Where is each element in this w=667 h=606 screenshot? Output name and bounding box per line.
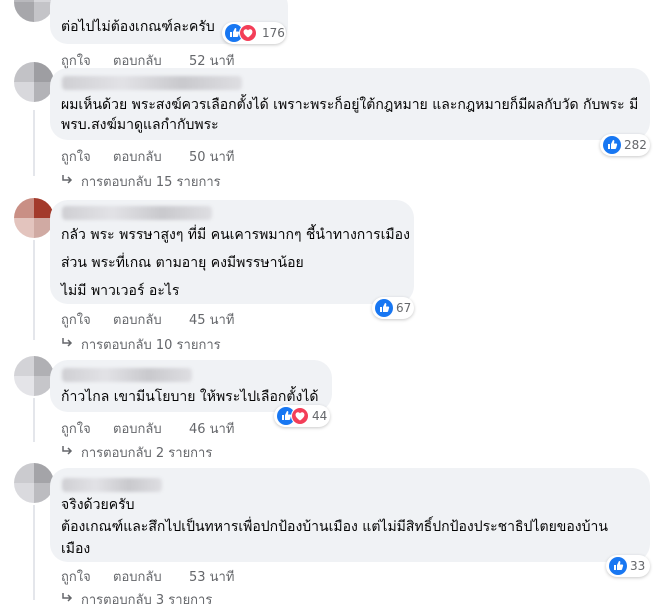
thread-line xyxy=(33,505,35,600)
like-link[interactable]: ถูกใจ xyxy=(61,566,91,587)
reaction-summary[interactable]: 44 xyxy=(274,405,330,427)
like-link[interactable]: ถูกใจ xyxy=(61,418,91,439)
author-name-blurred[interactable] xyxy=(62,206,212,220)
reply-link[interactable]: ตอบกลับ xyxy=(113,146,162,167)
reply-arrow-icon xyxy=(61,337,75,353)
reaction-count: 176 xyxy=(262,26,285,40)
thread-line xyxy=(33,398,35,442)
reply-link[interactable]: ตอบกลับ xyxy=(113,309,162,330)
reaction-count: 282 xyxy=(624,138,647,152)
comment-text: ก้าวไกล เขามีนโยบาย ให้พระไปเลือกตั้งได้ xyxy=(61,389,319,405)
reply-link[interactable]: ตอบกลับ xyxy=(113,566,162,587)
comment-text: กลัว พระ พรรษาสูงๆ ที่มี คนเคารพมากๆ ชี้… xyxy=(61,227,410,243)
comment-text: ส่วน พระที่เกณ ตามอายุ คงมีพรรษาน้อย xyxy=(61,255,304,271)
replies-count-text: การตอบกลับ 3 รายการ xyxy=(81,593,213,606)
comment-bubble: จริงด้วยครับ ต้องเกณฑ์และสึกไปเป็นทหารเพ… xyxy=(50,468,650,562)
view-replies-link[interactable]: การตอบกลับ 10 รายการ xyxy=(61,334,221,355)
heart-icon xyxy=(291,407,309,425)
like-link[interactable]: ถูกใจ xyxy=(61,309,91,330)
comment-1: ต่อไปไม่ต้องเกณฑ์ละครับ 176 ถูกใจ ตอบกลั… xyxy=(0,0,667,69)
reply-arrow-icon xyxy=(61,445,75,461)
reply-arrow-icon xyxy=(61,174,75,190)
timestamp[interactable]: 53 นาที xyxy=(189,566,234,587)
view-replies-link[interactable]: การตอบกลับ 3 รายการ xyxy=(61,589,212,606)
reaction-count: 44 xyxy=(312,409,328,423)
reaction-summary[interactable]: 67 xyxy=(372,297,414,319)
heart-icon xyxy=(239,24,257,42)
comment-text: เมือง xyxy=(61,541,91,557)
thread-line xyxy=(33,240,35,340)
thumbs-up-icon xyxy=(375,299,393,317)
comment-text: พรบ.สงฆ์มาดูแลกำกับพระ xyxy=(61,117,219,133)
reaction-count: 33 xyxy=(630,559,646,573)
comment-bubble: ผมเห็นด้วย พระสงฆ์ควรเลือกตั้งได้ เพราะพ… xyxy=(50,68,650,140)
view-replies-link[interactable]: การตอบกลับ 15 รายการ xyxy=(61,171,221,192)
timestamp[interactable]: 46 นาที xyxy=(189,418,234,439)
like-link[interactable]: ถูกใจ xyxy=(61,146,91,167)
timestamp[interactable]: 50 นาที xyxy=(189,146,234,167)
thumbs-up-icon xyxy=(603,136,621,154)
avatar-blurred[interactable] xyxy=(14,0,54,22)
replies-count-text: การตอบกลับ 10 รายการ xyxy=(81,338,221,353)
comment-text: จริงด้วยครับ xyxy=(61,497,135,513)
avatar-blurred[interactable] xyxy=(14,62,54,102)
replies-count-text: การตอบกลับ 2 รายการ xyxy=(81,446,213,461)
thread-line xyxy=(33,110,35,176)
comment-text: ต่อไปไม่ต้องเกณฑ์ละครับ xyxy=(61,19,215,35)
avatar-blurred[interactable] xyxy=(14,463,54,503)
view-replies-link[interactable]: การตอบกลับ 2 รายการ xyxy=(61,442,212,463)
comment-text: ผมเห็นด้วย พระสงฆ์ควรเลือกตั้งได้ เพราะพ… xyxy=(61,97,639,113)
timestamp[interactable]: 45 นาที xyxy=(189,309,234,330)
comment-text: ต้องเกณฑ์และสึกไปเป็นทหารเพื่อปกป้องบ้าน… xyxy=(61,519,608,535)
author-name-blurred[interactable] xyxy=(62,368,192,382)
reply-link[interactable]: ตอบกลับ xyxy=(113,418,162,439)
replies-count-text: การตอบกลับ 15 รายการ xyxy=(81,175,221,190)
comment-bubble: กลัว พระ พรรษาสูงๆ ที่มี คนเคารพมากๆ ชี้… xyxy=(50,200,414,304)
author-name-blurred[interactable] xyxy=(62,76,242,90)
reaction-summary[interactable]: 282 xyxy=(600,134,650,156)
comment-text: ไม่มี พาวเวอร์ อะไร xyxy=(61,283,180,299)
thumbs-up-icon xyxy=(609,557,627,575)
reaction-count: 67 xyxy=(396,301,412,315)
avatar-blurred[interactable] xyxy=(14,356,54,396)
reaction-summary[interactable]: 33 xyxy=(606,555,650,577)
reply-arrow-icon xyxy=(61,592,75,606)
avatar-blurred[interactable] xyxy=(14,198,54,238)
author-name-blurred[interactable] xyxy=(62,478,162,492)
reaction-summary[interactable]: 176 xyxy=(222,22,286,44)
